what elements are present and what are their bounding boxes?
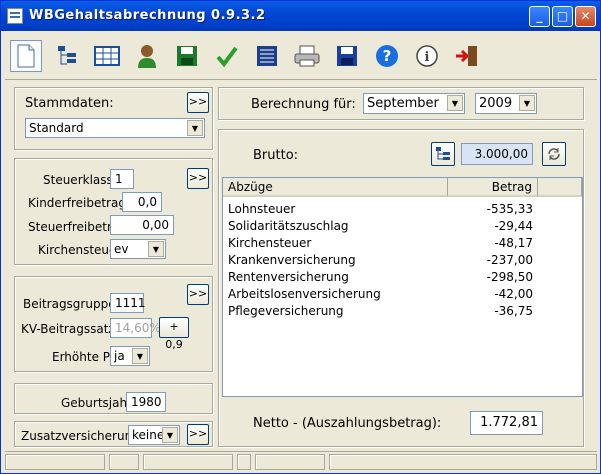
minimize-button[interactable]: _ xyxy=(529,6,550,27)
status-bar xyxy=(5,451,597,471)
svg-text:i: i xyxy=(425,50,430,65)
table-rows: Lohnsteuer -535,33 Solidaritätszuschlag -2… xyxy=(223,201,582,391)
chevron-down-icon: ▼ xyxy=(519,95,535,111)
status-segment xyxy=(329,454,597,470)
beitrag-panel: Beitragsgruppe: 1111 >> KV-Beitragssatz:… xyxy=(14,276,213,372)
printer-icon[interactable] xyxy=(291,40,323,72)
chevron-down-icon: ▼ xyxy=(162,427,178,443)
table-row[interactable]: Kirchensteuer -48,17 xyxy=(223,235,582,252)
zusatz-more-button[interactable]: >> xyxy=(187,424,209,445)
stammdaten-more-button[interactable]: >> xyxy=(187,92,209,113)
refresh-button[interactable] xyxy=(542,142,566,166)
status-segment xyxy=(237,454,251,470)
table-row[interactable]: Rentenversicherung -298,50 xyxy=(223,269,582,286)
netto-label: Netto - (Auszahlungsbetrag): xyxy=(253,416,442,431)
erhoehte-pv-select[interactable]: ja ▼ xyxy=(110,346,150,366)
person-icon[interactable] xyxy=(131,40,163,72)
zusatzversicherung-select[interactable]: keine ▼ xyxy=(128,425,180,445)
table-icon[interactable] xyxy=(91,40,123,72)
beitrag-more-button[interactable]: >> xyxy=(187,284,209,305)
close-button[interactable]: ✕ xyxy=(575,6,596,27)
geburtsjahr-field[interactable]: 1980 xyxy=(126,392,166,412)
maximize-button[interactable]: □ xyxy=(552,6,573,27)
tree-icon xyxy=(436,147,450,160)
stammdaten-label: Stammdaten: xyxy=(25,96,114,111)
steuer-panel: Steuerklasse: 1 >> Kinderfreibetrag: 0,0… xyxy=(14,158,213,265)
status-segment xyxy=(109,454,139,470)
tree-icon[interactable] xyxy=(51,40,83,72)
geburtsjahr-label: Geburtsjahr: xyxy=(61,396,136,410)
kirchensteuer-select[interactable]: ev ▼ xyxy=(110,239,166,259)
exit-icon[interactable] xyxy=(451,40,483,72)
app-window: WBGehaltsabrechnung 0.9.3.2 _ □ ✕ ? i St… xyxy=(0,0,601,474)
title-bar[interactable]: WBGehaltsabrechnung 0.9.3.2 _ □ ✕ xyxy=(1,1,600,31)
refresh-icon xyxy=(548,148,560,160)
stammdaten-select[interactable]: Standard ▼ xyxy=(25,118,205,138)
beitragsgruppe-label: Beitragsgruppe: xyxy=(23,297,120,311)
brutto-tree-button[interactable] xyxy=(431,142,455,166)
list-icon[interactable] xyxy=(251,40,283,72)
chevron-down-icon: ▼ xyxy=(187,120,203,136)
kinderfreibetrag-field[interactable]: 0,0 xyxy=(122,192,162,212)
window-title: WBGehaltsabrechnung 0.9.3.2 xyxy=(29,8,266,23)
app-icon xyxy=(7,8,23,24)
berechnung-panel: Berechnung für: September ▼ 2009 ▼ xyxy=(218,87,584,120)
chevron-down-icon: ▼ xyxy=(132,348,148,364)
zusatz-panel: Zusatzversicherung.: keine ▼ >> xyxy=(14,421,213,447)
chevron-down-icon: ▼ xyxy=(447,95,463,111)
status-segment xyxy=(5,454,105,470)
stammdaten-panel: Stammdaten: >> Standard ▼ xyxy=(14,87,213,150)
table-row[interactable]: Krankenversicherung -237,00 xyxy=(223,252,582,269)
kv-beitragssatz-field: 14,60% xyxy=(110,318,161,338)
kv-plus-button[interactable]: + 0,9 xyxy=(159,317,189,351)
column-header-blank xyxy=(538,178,582,197)
year-select[interactable]: 2009 ▼ xyxy=(475,93,537,114)
table-row[interactable]: Solidaritätszuschlag -29,44 xyxy=(223,218,582,235)
column-header-betrag[interactable]: Betrag xyxy=(448,178,538,197)
toolbar: ? i xyxy=(5,34,597,80)
table-row[interactable]: Pflegeversicherung -36,75 xyxy=(223,303,582,320)
status-segment xyxy=(143,454,233,470)
steuerfreibetrag-field[interactable]: 0,00 xyxy=(110,215,174,235)
abzuege-table[interactable]: Abzüge Betrag Lohnsteuer -535,33 Solidari… xyxy=(222,177,583,397)
steuer-more-button[interactable]: >> xyxy=(187,168,209,189)
geburtsjahr-panel: Geburtsjahr: 1980 xyxy=(14,383,213,414)
kinderfreibetrag-label: Kinderfreibetrag: xyxy=(28,196,131,210)
brutto-field[interactable]: 3.000,00 xyxy=(461,143,533,165)
steuerklasse-field[interactable]: 1 xyxy=(110,169,134,189)
info-icon[interactable]: i xyxy=(411,40,443,72)
berechnung-label: Berechnung für: xyxy=(251,97,356,112)
save-blue-icon[interactable] xyxy=(331,40,363,72)
new-document-icon[interactable] xyxy=(10,40,42,72)
table-row[interactable]: Lohnsteuer -535,33 xyxy=(223,201,582,218)
kv-beitragssatz-label: KV-Beitragssatz: xyxy=(21,322,119,336)
status-segment xyxy=(255,454,325,470)
chevron-down-icon: ▼ xyxy=(148,241,164,257)
brutto-label: Brutto: xyxy=(253,148,299,163)
save-green-icon[interactable] xyxy=(171,40,203,72)
table-row[interactable]: Arbeitslosenversicherung -42,00 xyxy=(223,286,582,303)
checkmark-icon[interactable] xyxy=(211,40,243,72)
month-select[interactable]: September ▼ xyxy=(363,93,465,114)
column-header-abzuege[interactable]: Abzüge xyxy=(223,178,448,197)
help-icon[interactable]: ? xyxy=(371,40,403,72)
beitragsgruppe-field[interactable]: 1111 xyxy=(110,293,146,313)
svg-text:?: ? xyxy=(383,47,392,65)
netto-field[interactable]: 1.772,81 xyxy=(470,411,543,435)
